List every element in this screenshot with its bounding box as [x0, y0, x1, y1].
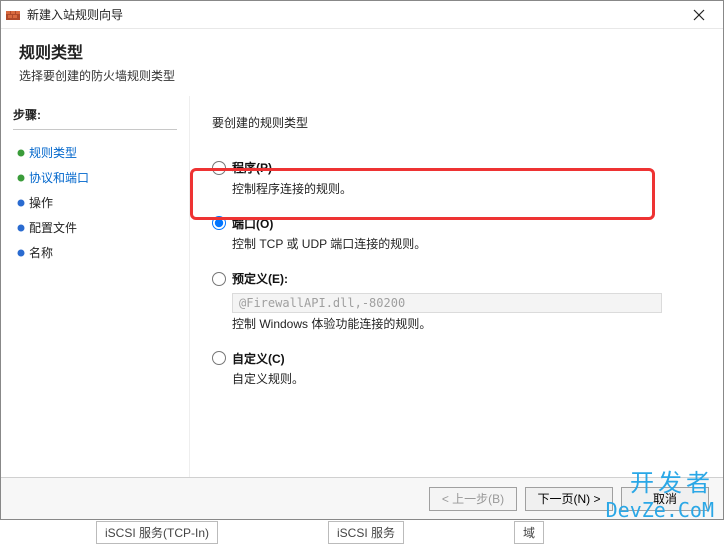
- predefined-select: @FirewallAPI.dll,-80200: [232, 293, 662, 313]
- rule-type-prompt: 要创建的规则类型: [212, 114, 701, 131]
- radio-predefined[interactable]: [212, 272, 226, 286]
- close-icon: [693, 9, 705, 21]
- option-predefined-desc: 控制 Windows 体验功能连接的规则。: [232, 315, 701, 332]
- wizard-header: 规则类型 选择要创建的防火墙规则类型: [1, 29, 723, 96]
- step-label: 操作: [29, 194, 53, 211]
- step-bullet-icon: [13, 173, 29, 183]
- step-bullet-icon: [13, 248, 29, 258]
- step-label[interactable]: 协议和端口: [29, 169, 89, 186]
- step-2: 操作: [13, 190, 177, 215]
- titlebar: 新建入站规则向导: [1, 1, 723, 29]
- step-bullet-icon: [13, 223, 29, 233]
- step-label: 名称: [29, 244, 53, 261]
- background-table-row: iSCSI 服务(TCP-In) iSCSI 服务 域: [96, 521, 544, 544]
- steps-sidebar: 步骤: 规则类型协议和端口操作配置文件名称: [1, 96, 189, 502]
- step-bullet-icon: [13, 148, 29, 158]
- radio-program[interactable]: [212, 161, 226, 175]
- step-3: 配置文件: [13, 215, 177, 240]
- wizard-window: 新建入站规则向导 规则类型 选择要创建的防火墙规则类型 步骤: 规则类型协议和端…: [0, 0, 724, 520]
- option-predefined-label: 预定义(E):: [232, 270, 288, 287]
- back-button: < 上一步(B): [429, 487, 517, 511]
- step-label: 配置文件: [29, 219, 77, 236]
- rule-type-options: 程序(P) 控制程序连接的规则。 端口(O) 控制 TCP 或 UDP 端口连接…: [212, 159, 701, 387]
- step-4: 名称: [13, 240, 177, 265]
- header-title: 规则类型: [19, 39, 705, 63]
- wizard-footer: < 上一步(B) 下一页(N) > 取消: [1, 477, 723, 519]
- option-program-desc: 控制程序连接的规则。: [232, 180, 701, 197]
- cancel-button[interactable]: 取消: [621, 487, 709, 511]
- option-custom[interactable]: 自定义(C) 自定义规则。: [212, 350, 701, 388]
- option-port-label: 端口(O): [232, 215, 273, 232]
- close-button[interactable]: [679, 1, 719, 28]
- option-predefined[interactable]: 预定义(E): @FirewallAPI.dll,-80200 控制 Windo…: [212, 270, 701, 332]
- firewall-icon: [5, 7, 21, 23]
- option-port[interactable]: 端口(O) 控制 TCP 或 UDP 端口连接的规则。: [212, 215, 701, 253]
- option-program[interactable]: 程序(P) 控制程序连接的规则。: [212, 159, 701, 197]
- header-subtitle: 选择要创建的防火墙规则类型: [19, 67, 705, 84]
- wizard-body: 步骤: 规则类型协议和端口操作配置文件名称 要创建的规则类型 程序(P) 控制程…: [1, 96, 723, 502]
- steps-separator: [13, 129, 177, 130]
- bg-cell-2: iSCSI 服务: [328, 521, 404, 544]
- bg-cell-1: iSCSI 服务(TCP-In): [96, 521, 218, 544]
- step-1[interactable]: 协议和端口: [13, 165, 177, 190]
- radio-port[interactable]: [212, 216, 226, 230]
- radio-custom[interactable]: [212, 351, 226, 365]
- step-bullet-icon: [13, 198, 29, 208]
- step-label[interactable]: 规则类型: [29, 144, 77, 161]
- next-button[interactable]: 下一页(N) >: [525, 487, 613, 511]
- option-custom-label: 自定义(C): [232, 350, 285, 367]
- step-0[interactable]: 规则类型: [13, 140, 177, 165]
- main-panel: 要创建的规则类型 程序(P) 控制程序连接的规则。 端口(O) 控制 TCP 或…: [189, 96, 723, 502]
- option-program-label: 程序(P): [232, 159, 272, 176]
- window-title: 新建入站规则向导: [27, 6, 679, 23]
- bg-cell-3: 域: [514, 521, 544, 544]
- option-custom-desc: 自定义规则。: [232, 370, 701, 387]
- option-port-desc: 控制 TCP 或 UDP 端口连接的规则。: [232, 235, 701, 252]
- steps-title: 步骤:: [13, 106, 177, 123]
